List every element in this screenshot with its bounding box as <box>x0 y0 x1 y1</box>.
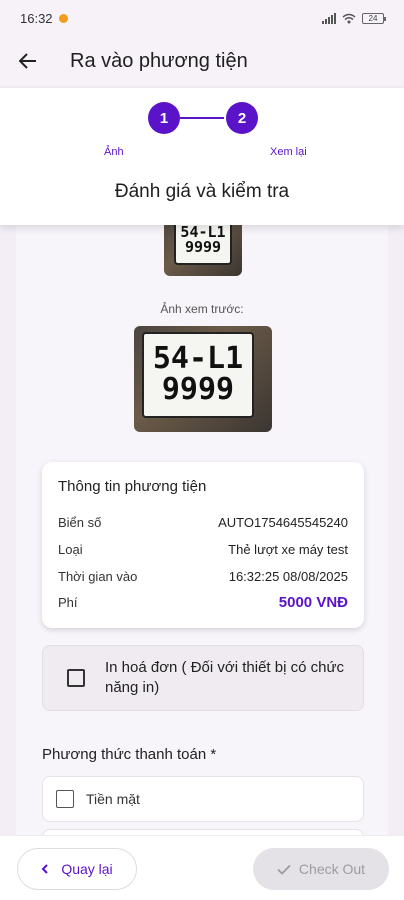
check-out-label: Check Out <box>298 861 366 877</box>
vehicle-info-title: Thông tin phương tiện <box>58 478 207 495</box>
step-2-circle[interactable]: 2 <box>226 102 258 134</box>
step-1-label: Ảnh <box>104 146 124 158</box>
check-icon <box>277 864 291 875</box>
step-connector <box>180 117 224 119</box>
status-icons: 24 <box>322 12 386 24</box>
plate-line-2: 9999 <box>184 238 222 256</box>
status-time: 16:32 <box>20 10 53 26</box>
chevron-left-icon <box>41 864 49 874</box>
back-button[interactable] <box>0 36 56 86</box>
content-area[interactable]: 54-L1 9999 Ảnh xem trước: 54-L1 9999 Thô… <box>16 225 388 835</box>
info-value: Thẻ lượt xe máy test <box>228 542 348 557</box>
battery-icon: 24 <box>362 12 386 24</box>
info-row-time-in: Thời gian vào 16:32:25 08/08/2025 <box>58 569 348 584</box>
print-invoice-option[interactable]: In hoá đơn ( Đối với thiết bị có chức nă… <box>42 645 364 711</box>
page-title: Ra vào phương tiện <box>70 49 248 72</box>
step-1-circle[interactable]: 1 <box>148 102 180 134</box>
info-label: Phí <box>58 595 78 610</box>
status-bar: 16:32 24 <box>0 0 404 36</box>
stepper-card: 1 2 Ảnh Xem lại Đánh giá và kiểm tra <box>0 88 404 225</box>
back-step-label: Quay lại <box>61 861 113 877</box>
check-out-button[interactable]: Check Out <box>253 848 389 890</box>
info-label: Biển số <box>58 515 102 530</box>
info-row-plate: Biển số AUTO1754645545240 <box>58 515 348 530</box>
back-step-button[interactable]: Quay lại <box>17 848 137 890</box>
app-bar: Ra vào phương tiện <box>0 36 404 86</box>
signal-icon <box>322 12 336 24</box>
plate-line-1-large: 54-L1 <box>152 341 244 377</box>
plate-line-2-large: 9999 <box>161 372 235 407</box>
cash-checkbox[interactable] <box>56 790 74 808</box>
payment-method-label: Phương thức thanh toán * <box>42 746 217 763</box>
print-invoice-label: In hoá đơn ( Đối với thiết bị có chức nă… <box>105 659 344 696</box>
fee-value: 5000 VNĐ <box>278 594 348 611</box>
print-invoice-checkbox[interactable] <box>67 669 85 687</box>
preview-image[interactable]: 54-L1 9999 <box>134 326 272 432</box>
info-row-fee: Phí 5000 VNĐ <box>58 594 348 611</box>
info-row-type: Loại Thẻ lượt xe máy test <box>58 542 348 557</box>
captured-image-thumbnail[interactable]: 54-L1 9999 <box>164 225 242 276</box>
preview-label: Ảnh xem trước: <box>160 302 244 316</box>
info-value: AUTO1754645545240 <box>218 515 348 530</box>
step-2-label: Xem lại <box>270 146 307 158</box>
plate-image: 54-L1 9999 <box>174 225 232 265</box>
battery-level: 24 <box>368 13 378 23</box>
wifi-icon <box>342 13 356 23</box>
payment-option-label: Tiền mặt <box>86 791 140 807</box>
info-value: 16:32:25 08/08/2025 <box>228 569 348 584</box>
payment-option-cash[interactable]: Tiền mặt <box>42 776 364 822</box>
bottom-action-bar: Quay lại Check Out <box>0 835 404 900</box>
info-label: Loại <box>58 542 83 557</box>
step-title: Đánh giá và kiểm tra <box>114 181 290 202</box>
notification-dot-icon <box>58 13 68 23</box>
plate-image-large: 54-L1 9999 <box>142 332 254 418</box>
arrow-left-icon <box>19 53 36 69</box>
vehicle-info-card: Thông tin phương tiện Biển số AUTO175464… <box>42 462 364 628</box>
info-label: Thời gian vào <box>58 569 138 584</box>
